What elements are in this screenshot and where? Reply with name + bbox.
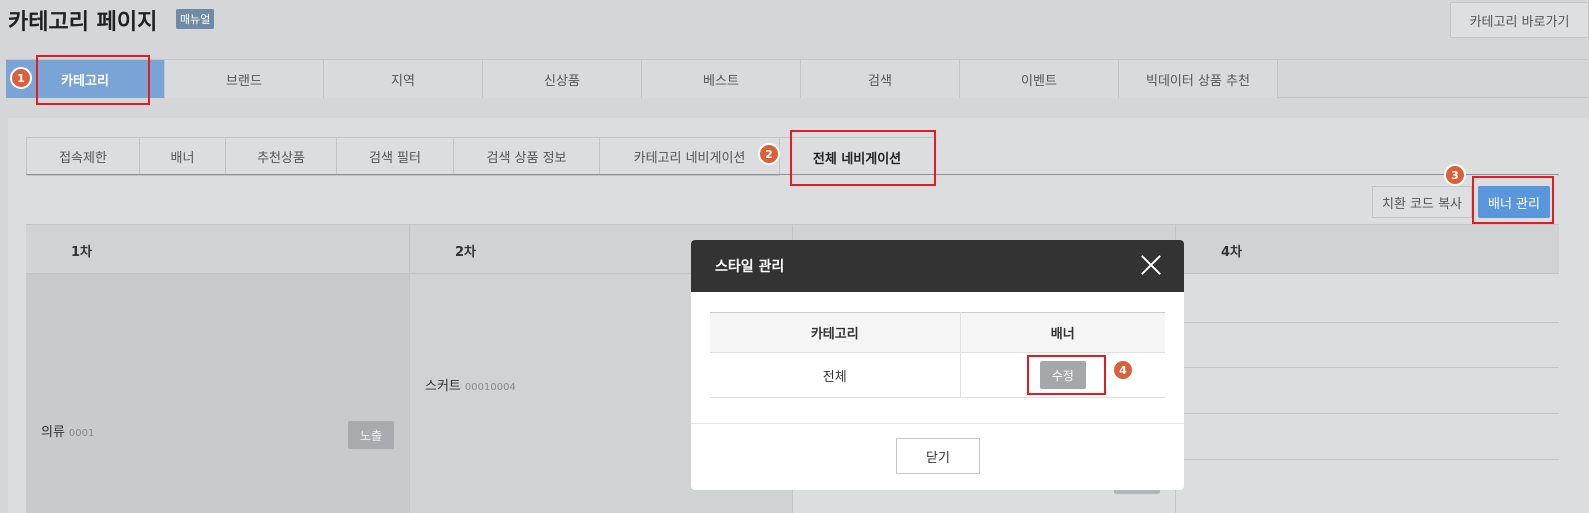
subtab-access-limit[interactable]: 접속제한 — [27, 138, 140, 176]
col-header-1: 1차 — [26, 225, 410, 275]
annotation-marker-3: 3 — [1444, 164, 1466, 186]
row-divider — [1176, 367, 1559, 368]
level1-item-code: 0001 — [68, 428, 95, 439]
level2-item[interactable]: 스커트 00010004 — [425, 375, 516, 394]
annotation-marker-1: 1 — [10, 67, 32, 89]
annotation-box-2 — [790, 130, 936, 186]
row-divider — [1176, 459, 1559, 460]
col-header-4: 4차 — [1221, 244, 1243, 260]
tab-best[interactable]: 베스트 — [642, 60, 801, 98]
modal-col-category: 카테고리 — [710, 312, 961, 353]
close-icon[interactable] — [1140, 254, 1162, 276]
page-header: 카테고리 페이지 매뉴얼 카테고리 바로가기 — [0, 0, 1589, 58]
annotation-marker-2: 2 — [758, 143, 780, 165]
tab-brand[interactable]: 브랜드 — [165, 60, 324, 98]
manual-badge[interactable]: 매뉴얼 — [176, 9, 215, 29]
page-title: 카테고리 페이지 — [8, 10, 158, 35]
annotation-marker-4: 4 — [1112, 359, 1134, 381]
tab-bigdata-recommend[interactable]: 빅데이터 상품 추천 — [1119, 60, 1278, 98]
modal-table-header: 카테고리 배너 — [710, 312, 1165, 353]
col-level1 — [26, 274, 410, 513]
row-divider — [1176, 413, 1559, 414]
level2-item-code: 00010004 — [464, 382, 516, 393]
modal-divider — [691, 423, 1184, 424]
level1-item[interactable]: 의류 0001 — [41, 421, 94, 440]
subtab-search-filter[interactable]: 검색 필터 — [337, 138, 454, 176]
modal-close-button[interactable]: 닫기 — [896, 438, 980, 474]
subtab-category-navigation[interactable]: 카테고리 네비게이션 — [600, 138, 780, 176]
modal-title: 스타일 관리 — [715, 259, 785, 275]
subtab-recommended[interactable]: 추천상품 — [226, 138, 337, 176]
tab-new-products[interactable]: 신상품 — [483, 60, 642, 98]
expose-button[interactable]: 노출 — [348, 421, 394, 449]
annotation-box-4 — [1027, 355, 1106, 395]
level1-item-name: 의류 — [41, 425, 65, 440]
tab-search[interactable]: 검색 — [801, 60, 960, 98]
modal-col-banner: 배너 — [960, 312, 1165, 353]
subtab-banner[interactable]: 배너 — [140, 138, 226, 176]
subtab-search-product-info[interactable]: 검색 상품 정보 — [454, 138, 600, 176]
annotation-box-1 — [36, 55, 150, 105]
modal-header: 스타일 관리 — [691, 240, 1184, 292]
tab-region[interactable]: 지역 — [324, 60, 483, 98]
modal-row-category: 전체 — [710, 352, 961, 398]
copy-code-button[interactable]: 치환 코드 복사 — [1372, 186, 1472, 218]
annotation-box-3 — [1472, 176, 1554, 224]
goto-category-button[interactable]: 카테고리 바로가기 — [1450, 2, 1589, 38]
level2-item-name: 스커트 — [425, 379, 461, 394]
tab-event[interactable]: 이벤트 — [960, 60, 1119, 98]
style-manage-modal: 스타일 관리 카테고리 배너 전체 수정 닫기 — [691, 240, 1184, 490]
row-divider — [1176, 322, 1559, 323]
main-tabs: 카테고리 브랜드 지역 신상품 베스트 검색 이벤트 빅데이터 상품 추천 — [6, 59, 1589, 98]
